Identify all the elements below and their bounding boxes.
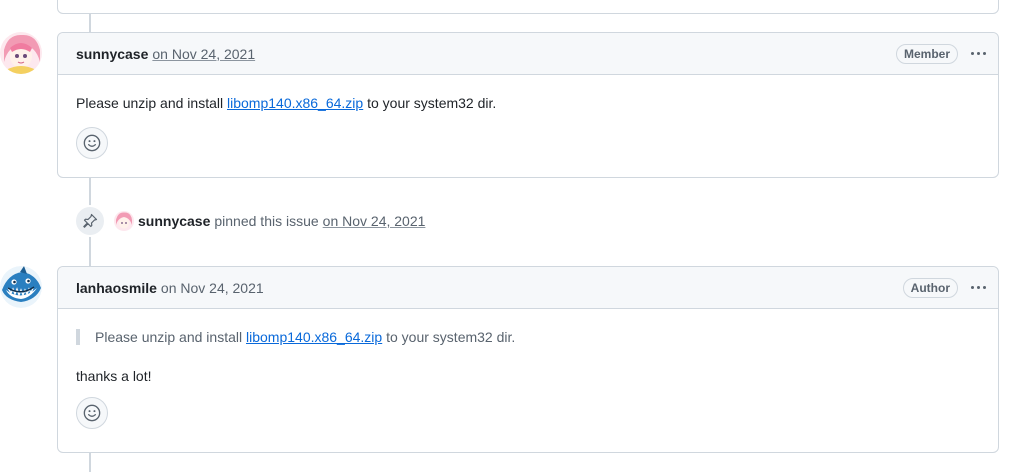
comment-body: Please unzip and install libomp140.x86_6… xyxy=(58,75,998,159)
event-author[interactable]: sunnycase xyxy=(138,213,210,229)
comment-text-prefix: Please unzip and install xyxy=(76,95,227,111)
libomp-link[interactable]: libomp140.x86_64.zip xyxy=(246,329,382,345)
pinned-event: sunnycase pinned this issue on Nov 24, 2… xyxy=(74,203,425,239)
comment-card: lanhaosmile on Nov 24, 2021 Author Pleas… xyxy=(57,266,999,453)
comment-author[interactable]: sunnycase xyxy=(76,46,148,62)
comment-text: thanks a lot! xyxy=(76,368,152,384)
comment-date[interactable]: on Nov 24, 2021 xyxy=(152,46,255,62)
comment-card: sunnycase on Nov 24, 2021 Member Please … xyxy=(57,32,999,178)
previous-comment-card xyxy=(57,0,999,14)
add-reaction-button[interactable] xyxy=(76,127,108,159)
mini-avatar-sunnycase[interactable] xyxy=(114,211,134,231)
comment-date[interactable]: on Nov 24, 2021 xyxy=(161,280,264,296)
comment-text-suffix: to your system32 dir. xyxy=(363,95,497,111)
libomp-link[interactable]: libomp140.x86_64.zip xyxy=(227,95,363,111)
blockquote: Please unzip and install libomp140.x86_6… xyxy=(76,329,980,345)
avatar-lanhaosmile[interactable] xyxy=(0,266,42,308)
comment-author[interactable]: lanhaosmile xyxy=(76,280,157,296)
quote-text-prefix: Please unzip and install xyxy=(95,329,246,345)
add-reaction-button[interactable] xyxy=(76,397,108,429)
quote-text-suffix: to your system32 dir. xyxy=(382,329,516,345)
member-badge: Member xyxy=(895,43,958,64)
comment-header: sunnycase on Nov 24, 2021 Member xyxy=(58,33,998,75)
comment-header: lanhaosmile on Nov 24, 2021 Author xyxy=(58,267,998,309)
comment-body: Please unzip and install libomp140.x86_6… xyxy=(58,309,998,429)
event-date[interactable]: on Nov 24, 2021 xyxy=(323,213,426,229)
smiley-icon xyxy=(83,404,101,422)
smiley-icon xyxy=(83,134,101,152)
kebab-horizontal-icon[interactable] xyxy=(968,44,988,64)
pin-icon xyxy=(74,205,106,237)
author-badge: Author xyxy=(902,277,958,298)
comment-text: Please unzip and install libomp140.x86_6… xyxy=(76,95,980,111)
avatar-sunnycase[interactable] xyxy=(0,32,42,74)
event-text: pinned this issue xyxy=(214,213,319,229)
kebab-horizontal-icon[interactable] xyxy=(968,278,988,298)
